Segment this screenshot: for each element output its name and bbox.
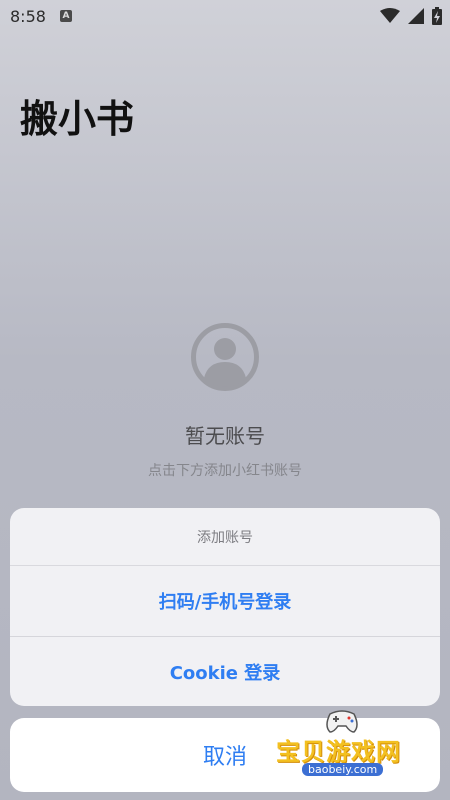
action-sheet-title: 添加账号	[10, 508, 440, 566]
watermark-url: baobeiy.com	[302, 763, 384, 776]
action-sheet: 添加账号 扫码/手机号登录 Cookie 登录	[10, 508, 440, 706]
status-bar: 8:58 A	[0, 0, 450, 32]
gamepad-icon	[326, 710, 358, 733]
cookie-login-button[interactable]: Cookie 登录	[10, 636, 440, 706]
cancel-button-label: 取消	[202, 745, 247, 770]
qr-phone-login-button[interactable]: 扫码/手机号登录	[10, 566, 440, 636]
empty-state-title: 暂无账号	[185, 424, 265, 448]
page-title: 搬小书	[20, 97, 135, 141]
empty-state-subtitle: 点击下方添加小红书账号	[148, 463, 302, 479]
wifi-icon	[380, 8, 400, 23]
a-icon: A	[59, 10, 72, 22]
status-left: 8:58 A	[10, 7, 72, 26]
user-avatar-icon	[191, 323, 259, 391]
status-right	[380, 7, 442, 25]
signal-icon	[408, 8, 424, 24]
battery-charging-icon	[432, 7, 442, 25]
watermark-text: 宝贝游戏网	[276, 738, 401, 766]
watermark: 宝贝游戏网 baobeiy.com	[272, 708, 422, 790]
status-time: 8:58	[10, 6, 46, 26]
